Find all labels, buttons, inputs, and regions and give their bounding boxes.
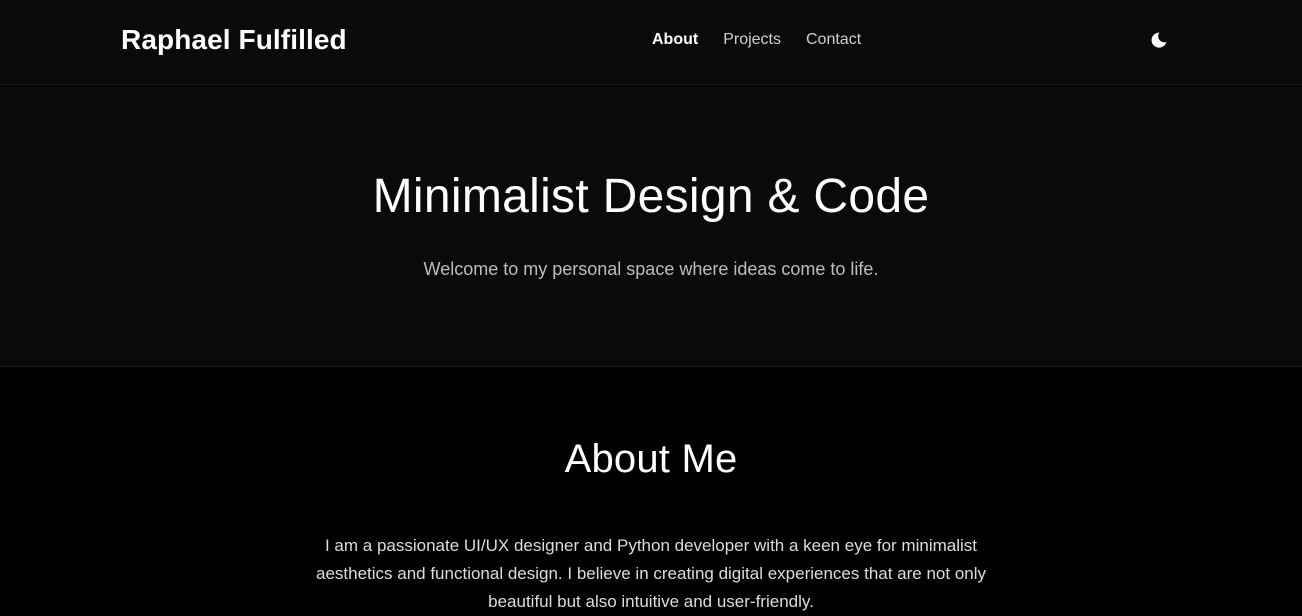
about-body: I am a passionate UI/UX designer and Pyt…: [315, 536, 987, 611]
about-heading: About Me: [564, 437, 738, 481]
theme-toggle-button[interactable]: [1148, 29, 1170, 51]
about-section: About Me I am a passionate UI/UX designe…: [0, 368, 1302, 611]
main-nav: About Projects Contact: [652, 31, 886, 49]
hero-title: Minimalist Design & Code: [372, 170, 930, 223]
site-brand[interactable]: Raphael Fulfilled: [121, 24, 347, 56]
hero-section: Minimalist Design & Code Welcome to my p…: [0, 86, 1302, 367]
site-header: Raphael Fulfilled About Projects Contact: [0, 0, 1302, 85]
nav-link-about[interactable]: About: [652, 31, 698, 49]
nav-link-projects[interactable]: Projects: [723, 31, 781, 49]
moon-icon: [1151, 32, 1167, 48]
nav-link-contact[interactable]: Contact: [806, 31, 861, 49]
hero-subtitle: Welcome to my personal space where ideas…: [423, 259, 879, 279]
